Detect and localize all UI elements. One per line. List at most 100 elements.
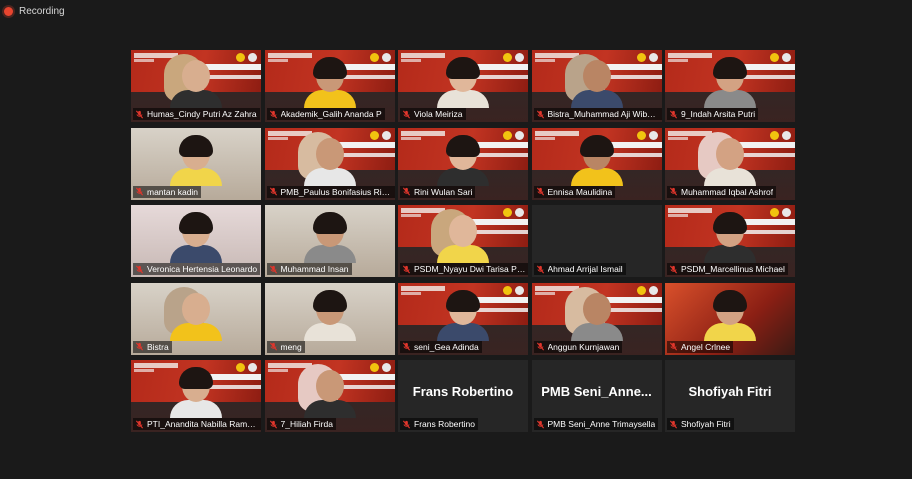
participant-tile[interactable]: Muhammad Iqbal Ashrof	[665, 127, 795, 200]
participant-tile[interactable]: Frans Robertino Frans Robertino	[398, 360, 528, 432]
background-graphic	[267, 53, 312, 58]
org-logo-icon	[503, 285, 512, 295]
participant-video	[704, 289, 756, 341]
participant-video	[437, 134, 489, 186]
participant-video	[704, 57, 756, 108]
gallery-view: Humas_Cindy Putri Az Zahra Akademik_Galih…	[131, 50, 795, 432]
mic-muted-icon	[536, 420, 544, 428]
participant-name-label: Muhammad Insan	[266, 263, 352, 275]
mic-muted-icon	[669, 342, 678, 351]
background-graphic	[668, 136, 688, 140]
participant-name: meng	[280, 341, 302, 352]
background-graphic	[267, 369, 288, 372]
mic-muted-icon	[269, 110, 277, 118]
participant-tile[interactable]: Veronica Hertensia Leonardo	[131, 205, 261, 277]
participant-name-label: Humas_Cindy Putri Az Zahra	[133, 108, 260, 120]
recording-label: Recording	[19, 6, 65, 17]
org-logo-icon	[369, 363, 379, 372]
mic-muted-icon	[269, 265, 277, 273]
participant-name: Rini Wulan Sari	[414, 186, 473, 197]
mic-muted-icon	[402, 420, 411, 428]
background-graphic	[534, 130, 579, 136]
participant-tile[interactable]: Angel Crlnee	[665, 282, 795, 355]
participant-tile[interactable]: 9_Indah Arsita Putri	[665, 50, 795, 122]
participant-tile[interactable]: Rini Wulan Sari	[398, 127, 528, 200]
participant-video	[431, 209, 489, 263]
participant-name-label: 7_Hiliah Firda	[266, 418, 336, 430]
background-graphic	[267, 136, 288, 140]
participant-tile[interactable]: Muhammad Insan	[264, 205, 395, 277]
participant-tile[interactable]: PSDM_Nyayu Dwi Tarisa Putri	[398, 205, 528, 277]
participant-tile[interactable]: Akademik_Galih Ananda P	[264, 50, 395, 122]
participant-name: Bistra_Muhammad Aji Wibowo	[547, 109, 660, 119]
participant-name: Angel Crlnee	[681, 341, 731, 352]
participant-tile[interactable]: mantan kadin	[131, 127, 261, 200]
participant-name-label: PSDM_Nyayu Dwi Tarisa Putri	[400, 263, 528, 275]
participant-tile[interactable]: Humas_Cindy Putri Az Zahra	[131, 50, 261, 122]
participant-tile[interactable]: Bistra	[131, 282, 261, 355]
participant-name-label: PTI_Anandita Nabilla Ramadhani	[133, 418, 261, 430]
participant-name: Ennisa Maulidina	[547, 186, 613, 197]
org-logo-icon	[636, 285, 646, 295]
org-logo-icon	[782, 53, 791, 62]
participant-tile[interactable]: Shofiyah Fitri Shofiyah Fitri	[665, 360, 795, 432]
participant-tile[interactable]: Anggun Kurnjawan	[531, 282, 662, 355]
participant-display-name: Frans Robertino	[412, 384, 514, 399]
participant-tile[interactable]: seni_Gea Adinda	[398, 282, 528, 355]
mic-muted-icon	[669, 187, 678, 196]
org-logo-icon	[770, 208, 779, 217]
participant-tile[interactable]: Ahmad Arrijal Ismail	[531, 205, 662, 277]
participant-tile[interactable]: PMB Seni_Anne... PMB Seni_Anne Trimaysell…	[531, 360, 662, 432]
background-graphic	[534, 59, 555, 62]
participant-tile[interactable]: PSDM_Marcellinus Michael	[665, 205, 795, 277]
participant-name-label: Akademik_Galih Ananda P	[266, 108, 385, 120]
participant-video	[698, 131, 756, 186]
participant-name: Akademik_Galih Ananda P	[280, 109, 382, 119]
background-graphic	[401, 285, 445, 291]
org-logo-icon	[369, 130, 379, 140]
participant-name: Humas_Cindy Putri Az Zahra	[147, 109, 257, 119]
participant-tile[interactable]: 7_Hiliah Firda	[264, 360, 395, 432]
participant-tile[interactable]: Viola Meiriza	[398, 50, 528, 122]
mic-muted-icon	[269, 187, 277, 196]
mic-muted-icon	[402, 342, 411, 351]
mic-muted-icon	[135, 187, 144, 196]
org-logo-icon	[770, 53, 779, 62]
participant-name: Ahmad Arrijal Ismail	[547, 264, 623, 274]
background-graphic	[134, 363, 178, 368]
participant-name-label: Veronica Hertensia Leonardo	[133, 263, 261, 275]
org-logo-icon	[248, 363, 257, 372]
org-logo-icon	[381, 130, 391, 140]
background-graphic	[134, 59, 154, 62]
participant-tile[interactable]: Bistra_Muhammad Aji Wibowo	[531, 50, 662, 122]
mic-muted-icon	[536, 342, 544, 351]
participant-display-name: PMB Seni_Anne...	[541, 384, 652, 399]
background-graphic	[267, 59, 288, 62]
participant-tile[interactable]: PMB_Paulus Bonifasius Ricky	[264, 127, 395, 200]
participant-name: mantan kadin	[147, 186, 199, 197]
org-logo-icon	[515, 208, 524, 217]
participant-name-label: Bistra	[133, 340, 172, 353]
recording-indicator[interactable]: Recording	[4, 6, 65, 17]
org-logo-icon	[381, 363, 391, 372]
participant-name-label: seni_Gea Adinda	[400, 340, 482, 353]
record-icon	[4, 7, 13, 16]
participant-name-label: mantan kadin	[133, 185, 202, 198]
participant-video	[170, 212, 222, 263]
background-graphic	[534, 291, 555, 295]
org-logo-icon	[236, 53, 245, 62]
participant-tile[interactable]: Ennisa Maulidina	[531, 127, 662, 200]
participant-video	[297, 364, 356, 418]
participant-tile[interactable]: PTI_Anandita Nabilla Ramadhani	[131, 360, 261, 432]
mic-muted-icon	[135, 110, 144, 118]
participant-name-label: Rini Wulan Sari	[400, 185, 476, 198]
participant-name-label: Shofiyah Fitri	[667, 418, 734, 430]
background-graphic	[401, 130, 445, 136]
background-graphic	[401, 291, 421, 295]
mic-muted-icon	[135, 420, 144, 428]
participant-tile[interactable]: meng	[264, 282, 395, 355]
participant-name-label: Muhammad Iqbal Ashrof	[667, 185, 777, 198]
mic-muted-icon	[402, 110, 411, 118]
participant-name-label: PSDM_Marcellinus Michael	[667, 263, 788, 275]
participant-name-label: Angel Crlnee	[667, 340, 734, 353]
